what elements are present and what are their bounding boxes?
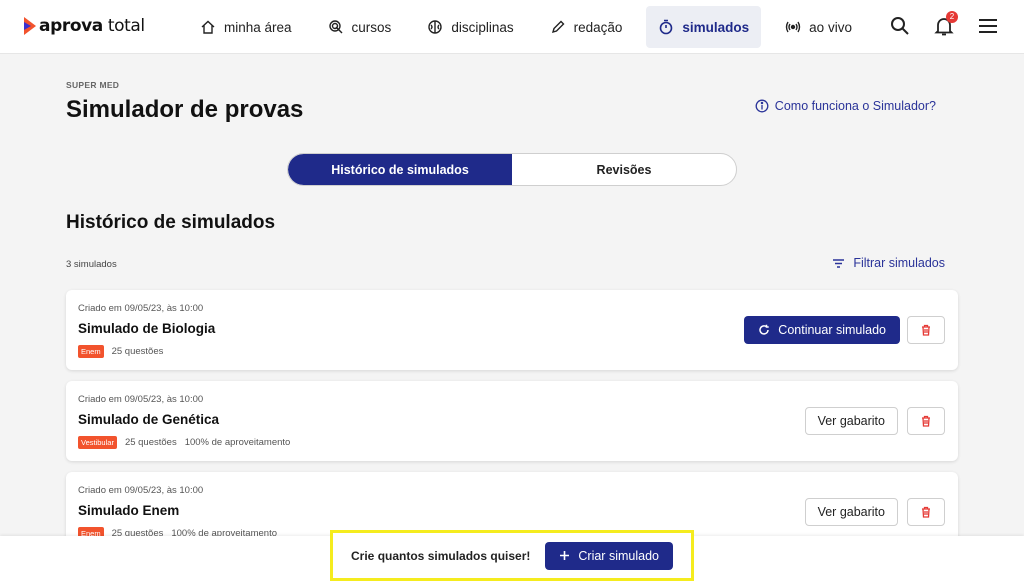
- filter-label: Filtrar simulados: [853, 256, 945, 270]
- main-nav: minha área cursos disciplinas redação si…: [188, 6, 876, 48]
- card-date: Criado em 09/05/23, às 10:00: [78, 485, 204, 496]
- questions-count: 25 questões: [111, 346, 164, 357]
- card-meta: Vestibular 25 questões 100% de aproveita…: [78, 436, 290, 449]
- stopwatch-icon: [660, 19, 673, 35]
- page-eyebrow: SUPER MED: [66, 80, 120, 90]
- nav-item-disciplinas[interactable]: disciplinas: [415, 6, 525, 48]
- card-title: Simulado de Biologia: [78, 321, 216, 336]
- create-simulado-button[interactable]: Criar simulado: [545, 541, 673, 570]
- pencil-icon: [551, 20, 565, 34]
- top-nav: aprova total minha área cursos disciplin…: [0, 0, 1024, 54]
- nav-label: cursos: [351, 19, 392, 35]
- card-date: Criado em 09/05/23, às 10:00: [78, 394, 204, 405]
- view-tabs: Histórico de simulados Revisões: [287, 153, 737, 186]
- performance: 100% de aproveitamento: [184, 437, 291, 448]
- nav-item-cursos[interactable]: cursos: [316, 6, 404, 48]
- cta-text: Crie quantos simulados quiser!: [351, 548, 531, 563]
- refresh-icon: [759, 324, 770, 335]
- cursor-click-icon: [328, 20, 343, 34]
- nav-label: minha área: [224, 19, 292, 35]
- button-label: Criar simulado: [578, 548, 659, 563]
- nav-item-ao-vivo[interactable]: ao vivo: [773, 6, 864, 48]
- broadcast-icon: [785, 21, 801, 33]
- tab-historico[interactable]: Histórico de simulados: [288, 154, 512, 185]
- home-icon: [201, 20, 215, 34]
- plus-icon: [560, 551, 570, 560]
- simulados-count: 3 simulados: [66, 259, 117, 270]
- view-answers-button[interactable]: Ver gabarito: [804, 407, 898, 435]
- notifications-button[interactable]: 2: [932, 11, 958, 38]
- questions-count: 25 questões: [124, 437, 177, 448]
- section-title: Histórico de simulados: [66, 212, 276, 233]
- card-title: Simulado Enem: [78, 503, 180, 518]
- nav-item-minha-area[interactable]: minha área: [188, 6, 304, 48]
- card-meta: Enem 25 questões: [78, 345, 163, 358]
- menu-button[interactable]: [976, 14, 1000, 38]
- how-it-works-link[interactable]: Como funciona o Simulador?: [755, 99, 936, 113]
- search-button[interactable]: [888, 14, 912, 38]
- brand-name: aprova total: [39, 16, 145, 36]
- how-it-works-label: Como funciona o Simulador?: [774, 99, 936, 113]
- trash-icon: [922, 415, 930, 427]
- logo-mark-icon: [24, 17, 36, 35]
- brain-icon: [428, 20, 443, 34]
- trash-icon: [922, 324, 930, 336]
- nav-item-simulados[interactable]: simulados: [646, 6, 762, 48]
- exam-tag: Enem: [78, 345, 104, 358]
- nav-label: simulados: [682, 19, 750, 35]
- simulado-card[interactable]: Criado em 09/05/23, às 10:00 Simulado de…: [66, 290, 958, 370]
- tab-revisoes[interactable]: Revisões: [512, 154, 736, 185]
- brand-logo[interactable]: aprova total: [24, 16, 145, 36]
- continue-simulado-button[interactable]: Continuar simulado: [744, 316, 900, 344]
- nav-item-redacao[interactable]: redação: [538, 6, 635, 48]
- page-title: Simulador de provas: [66, 96, 304, 123]
- card-title: Simulado de Genética: [78, 412, 220, 427]
- nav-label: disciplinas: [451, 19, 514, 35]
- notification-badge: 2: [946, 11, 958, 23]
- delete-button[interactable]: [907, 316, 945, 344]
- trash-icon: [922, 506, 930, 518]
- nav-label: redação: [573, 19, 623, 35]
- delete-button[interactable]: [907, 498, 945, 526]
- card-date: Criado em 09/05/23, às 10:00: [78, 303, 204, 314]
- search-icon: [891, 17, 909, 35]
- view-answers-button[interactable]: Ver gabarito: [804, 498, 898, 526]
- info-icon: [755, 99, 769, 113]
- button-label: Continuar simulado: [778, 323, 886, 337]
- simulado-card[interactable]: Criado em 09/05/23, às 10:00 Simulado de…: [66, 381, 958, 461]
- nav-actions: 2: [888, 11, 1000, 38]
- nav-label: ao vivo: [809, 19, 852, 35]
- exam-tag: Vestibular: [78, 436, 117, 449]
- delete-button[interactable]: [907, 407, 945, 435]
- filter-button[interactable]: Filtrar simulados: [832, 256, 945, 270]
- hamburger-menu-icon: [979, 19, 997, 33]
- create-simulado-cta: Crie quantos simulados quiser! Criar sim…: [330, 530, 694, 581]
- filter-icon: [833, 258, 845, 268]
